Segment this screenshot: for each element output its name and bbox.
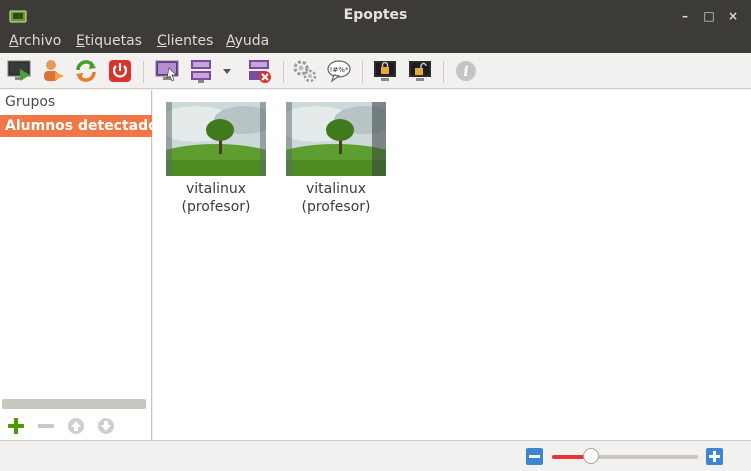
remove-icon[interactable]	[37, 417, 55, 435]
chat-icon[interactable]: !#%*	[326, 58, 352, 84]
toolbar: !#%* i	[0, 53, 751, 89]
client-screen-thumbnail	[286, 102, 386, 176]
menu-bar: Archivo Etiquetas Clientes Ayuda	[0, 31, 751, 53]
zoom-slider-knob[interactable]	[583, 448, 600, 464]
title-bar: Epoptes – □ ×	[0, 0, 751, 31]
remote-assist-icon[interactable]	[154, 58, 180, 84]
client-name: vitalinux	[185, 181, 247, 197]
move-up-icon[interactable]	[67, 417, 85, 435]
user-arrow-icon[interactable]	[40, 58, 66, 84]
svg-text:!#%*: !#%*	[330, 66, 349, 74]
groups-header: Grupos	[5, 94, 56, 110]
info-icon[interactable]: i	[453, 58, 479, 84]
clients-view: vitalinux (profesor) vitalinux (profesor…	[153, 90, 751, 440]
close-button[interactable]: ×	[725, 8, 741, 24]
client-item[interactable]: vitalinux (profesor)	[166, 102, 266, 216]
toolbar-separator	[143, 61, 144, 83]
toolbar-separator	[443, 61, 444, 83]
group-item-alumnos-detectados[interactable]: Alumnos detectados	[0, 115, 152, 137]
status-bar	[0, 440, 751, 471]
move-down-icon[interactable]	[97, 417, 115, 435]
lock-screen-icon[interactable]	[372, 58, 398, 84]
svg-text:i: i	[463, 64, 468, 80]
dropdown-icon[interactable]	[220, 58, 234, 84]
menu-ayuda[interactable]: Ayuda	[226, 33, 269, 49]
group-actions	[0, 412, 152, 440]
sidebar-horizontal-scrollbar[interactable]	[2, 399, 146, 409]
stop-broadcast-icon[interactable]	[246, 58, 272, 84]
refresh-icon[interactable]	[73, 58, 99, 84]
window-title: Epoptes	[343, 7, 408, 23]
broadcast-screen-icon[interactable]	[188, 58, 214, 84]
menu-archivo[interactable]: Archivo	[9, 33, 61, 49]
client-item[interactable]: vitalinux (profesor)	[286, 102, 386, 216]
zoom-in-button[interactable]	[706, 448, 723, 465]
settings-gears-icon[interactable]	[292, 58, 318, 84]
zoom-slider[interactable]	[552, 448, 698, 464]
unlock-screen-icon[interactable]	[407, 58, 433, 84]
client-role: (profesor)	[301, 199, 371, 215]
toolbar-separator	[283, 61, 284, 83]
add-icon[interactable]	[7, 417, 25, 435]
power-icon[interactable]	[107, 58, 133, 84]
menu-etiquetas[interactable]: Etiquetas	[76, 33, 142, 49]
minimize-button[interactable]: –	[677, 8, 693, 24]
maximize-button[interactable]: □	[701, 8, 717, 24]
toolbar-separator	[362, 61, 363, 83]
groups-sidebar: Grupos Alumnos detectados	[0, 90, 152, 440]
minus-icon	[529, 455, 540, 458]
client-name: vitalinux	[305, 181, 367, 197]
epoptes-window: Epoptes – □ × Archivo Etiquetas Clientes…	[0, 0, 751, 471]
client-role: (profesor)	[181, 199, 251, 215]
menu-clientes[interactable]: Clientes	[157, 33, 213, 49]
client-screen-thumbnail	[166, 102, 266, 176]
plus-icon	[709, 451, 720, 462]
monitor-play-icon[interactable]	[6, 58, 32, 84]
zoom-out-button[interactable]	[526, 448, 543, 465]
